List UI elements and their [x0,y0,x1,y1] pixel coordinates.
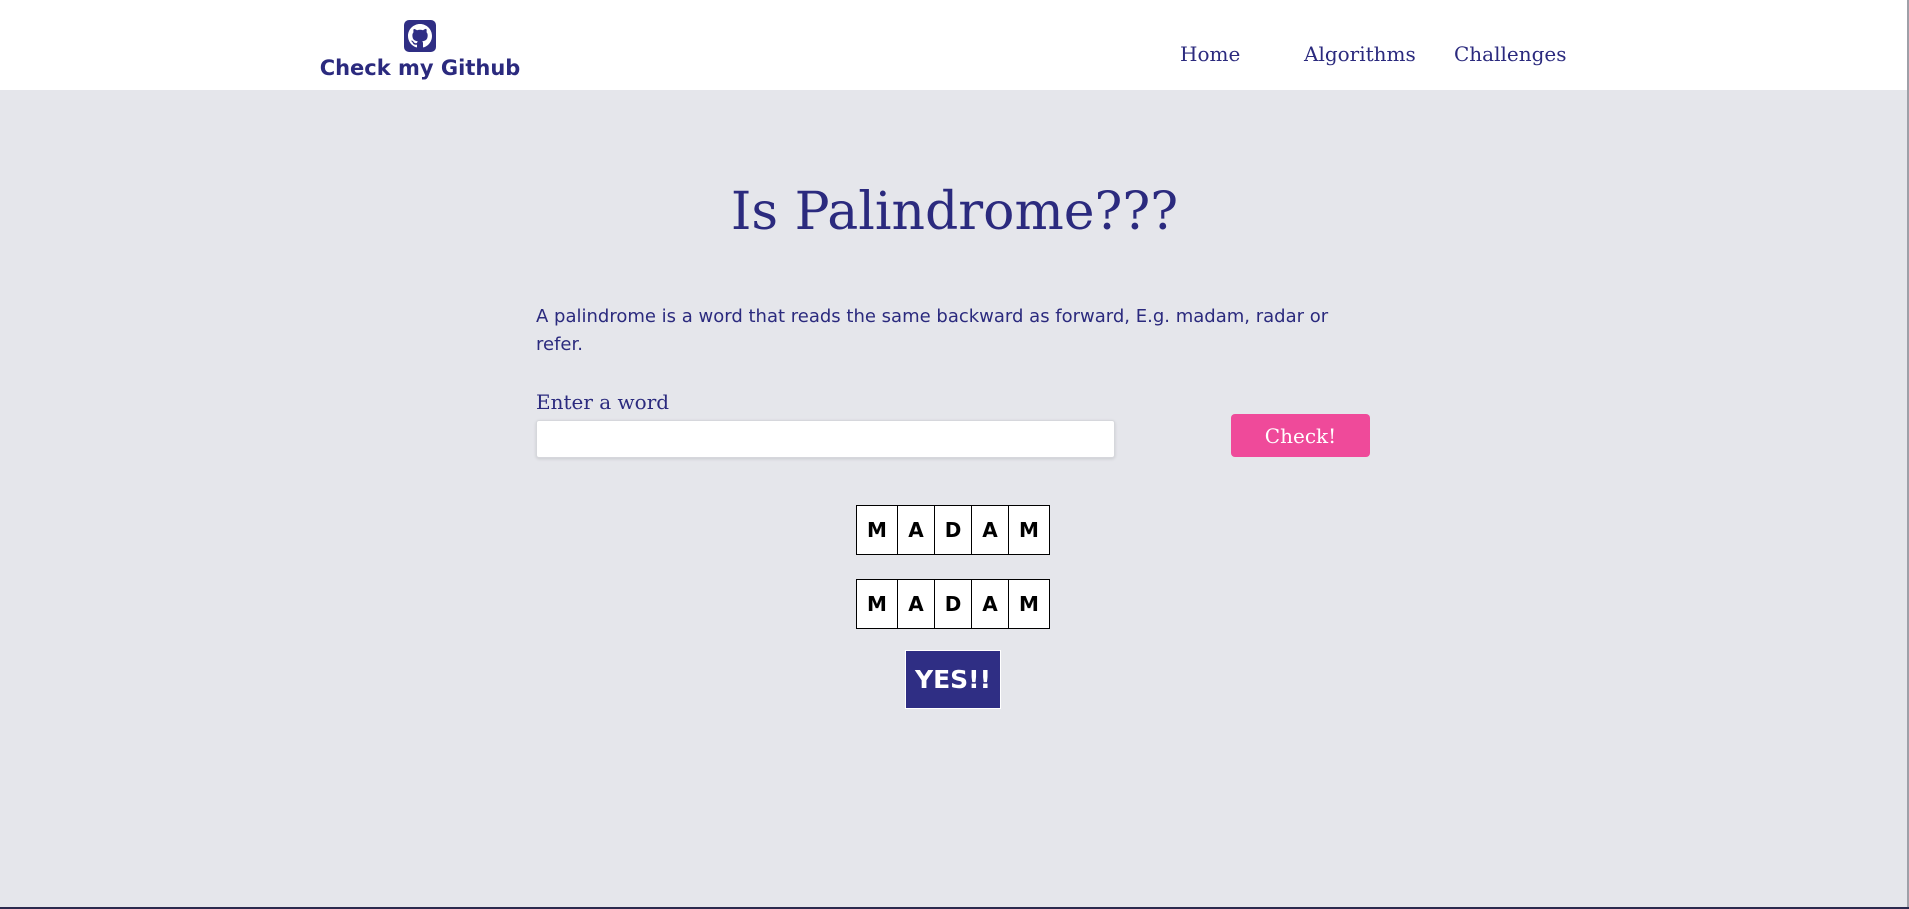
reversed-letters: M A D A M [856,579,1050,629]
letter-cell: A [898,580,935,628]
word-input-label: Enter a word [536,390,670,414]
navbar: Check my Github Home Algorithms Challeng… [0,0,1909,90]
description: A palindrome is a word that reads the sa… [536,306,1329,355]
nav-algorithms[interactable]: Algorithms [1304,42,1416,66]
original-letters: M A D A M [856,505,1050,555]
letter-cell: D [935,506,972,554]
letter-cell: A [898,506,935,554]
letter-cell: A [972,506,1009,554]
result-badge: YES!! [905,650,1001,709]
word-input[interactable] [536,420,1115,458]
letter-cell: D [935,580,972,628]
github-icon [404,20,436,52]
github-link[interactable]: Check my Github [320,20,520,80]
letter-cell: M [1009,506,1049,554]
brand-label: Check my Github [319,56,521,80]
check-button[interactable]: Check! [1231,414,1370,457]
letter-cell: M [1009,580,1049,628]
letter-cell: M [857,506,898,554]
nav-challenges[interactable]: Challenges [1454,42,1567,66]
nav-home[interactable]: Home [1180,42,1240,66]
page-title: Is Palindrome??? [730,182,1179,242]
letter-cell: A [972,580,1009,628]
letter-cell: M [857,580,898,628]
